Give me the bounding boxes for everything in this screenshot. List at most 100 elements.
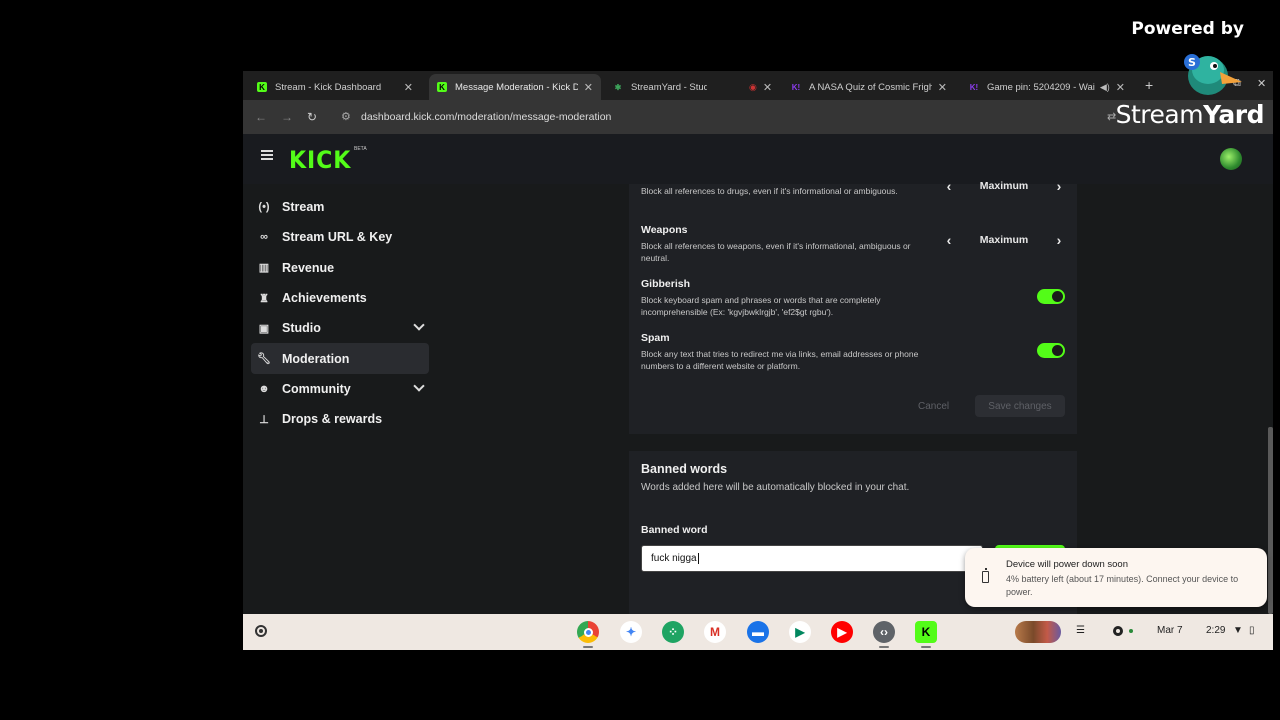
chevron-down-icon[interactable]	[413, 380, 425, 392]
screen-record-icon[interactable]	[1113, 626, 1123, 636]
date-label[interactable]: Mar 7	[1157, 625, 1183, 636]
sidebar-item-drops-rewards[interactable]: ⊥ Drops & rewards	[251, 404, 429, 434]
chevron-right-icon[interactable]: ›	[1049, 178, 1069, 194]
banned-words-title: Banned words	[641, 462, 728, 476]
wrench-icon: 🔧︎	[257, 353, 271, 366]
reload-icon[interactable]: ↻	[307, 110, 317, 124]
tab-recording[interactable]: ◉ ✕	[737, 74, 773, 100]
terminal-icon[interactable]: ‹›	[873, 621, 895, 643]
rule-description: Block keyboard spam and phrases or words…	[641, 295, 881, 317]
time-label[interactable]: 2:29	[1206, 625, 1225, 636]
close-icon[interactable]: ✕	[763, 81, 772, 94]
notification-title: Device will power down soon	[1006, 559, 1128, 570]
site-settings-icon[interactable]: ⚙	[341, 110, 351, 123]
sidebar-item-moderation[interactable]: 🔧︎ Moderation	[251, 343, 429, 374]
tab-nasa-quiz[interactable]: K! A NASA Quiz of Cosmic Fright ✕	[783, 74, 955, 100]
clipboard-icon[interactable]: ☰	[1076, 625, 1085, 636]
play-store-icon[interactable]: ▶	[789, 621, 811, 643]
close-window-icon[interactable]: ✕	[1257, 77, 1266, 90]
people-icon: ☻	[258, 382, 270, 395]
close-icon[interactable]: ✕	[1116, 81, 1125, 94]
kick-header: KICK BETA	[243, 134, 1273, 184]
studio-icon: ▣	[258, 322, 270, 335]
rule-description: Block any text that tries to redirect me…	[641, 349, 919, 371]
rule-weapons: Weapons Block all references to weapons,…	[641, 224, 941, 264]
tab-streamyard-studio[interactable]: ✱ StreamYard - Studio	[605, 74, 715, 100]
chevron-down-icon[interactable]	[413, 319, 425, 331]
sidebar-item-stream[interactable]: (•) Stream	[251, 192, 429, 222]
running-indicator	[921, 646, 931, 648]
apps-grid-icon[interactable]: ⁘	[662, 621, 684, 643]
avatar[interactable]	[1220, 148, 1242, 170]
battery-icon[interactable]: ▯	[1249, 625, 1255, 636]
banned-words-description: Words added here will be automatically b…	[641, 482, 910, 493]
recording-indicator	[1129, 629, 1133, 633]
sidebar-item-community[interactable]: ☻ Community	[251, 374, 429, 404]
tab-message-moderation[interactable]: K Message Moderation - Kick Da ✕	[429, 74, 601, 100]
running-indicator	[583, 646, 593, 648]
youtube-icon[interactable]: ▶	[831, 621, 853, 643]
sidebar-item-revenue[interactable]: ▥ Revenue	[251, 253, 429, 283]
close-icon[interactable]: ✕	[404, 81, 413, 94]
kick-icon: K	[437, 82, 447, 92]
save-changes-button[interactable]: Save changes	[975, 395, 1065, 417]
tab-game-pin[interactable]: K! Game pin: 5204209 - Wai ◀) ✕	[961, 74, 1133, 100]
kick-app-icon[interactable]: K	[915, 621, 937, 643]
cancel-button[interactable]: Cancel	[918, 401, 949, 412]
new-tab-button[interactable]: +	[1145, 77, 1153, 93]
link-icon: ∞	[260, 231, 268, 244]
drugs-level-stepper[interactable]: ‹ Maximum ›	[939, 178, 1069, 194]
gemini-icon[interactable]: ✦	[620, 621, 642, 643]
weapons-level-stepper[interactable]: ‹ Maximum ›	[939, 232, 1069, 248]
text-caret	[697, 553, 699, 564]
sidebar-item-stream-url-key[interactable]: ∞ Stream URL & Key	[251, 222, 429, 252]
rule-description: Block all references to drugs, even if i…	[641, 186, 898, 196]
chevron-left-icon[interactable]: ‹	[939, 178, 959, 194]
tab-strip: K Stream - Kick Dashboard ✕ K Message Mo…	[243, 71, 1273, 100]
page-scrollbar[interactable]	[1268, 427, 1273, 614]
kick-icon: K	[257, 82, 267, 92]
rule-name: Weapons	[641, 224, 688, 236]
files-icon[interactable]: ▬	[747, 621, 769, 643]
launcher-icon[interactable]	[255, 625, 267, 637]
drops-icon: ⊥	[259, 413, 269, 426]
holding-space-icon[interactable]	[1015, 621, 1061, 643]
spam-toggle[interactable]	[1037, 343, 1065, 358]
tab-stream-dashboard[interactable]: K Stream - Kick Dashboard ✕	[249, 74, 421, 100]
rule-gibberish: Gibberish Block keyboard spam and phrase…	[641, 278, 941, 318]
menu-icon[interactable]	[261, 150, 273, 160]
sidebar-item-studio[interactable]: ▣ Studio	[251, 313, 429, 343]
wifi-icon[interactable]: ▼	[1233, 625, 1243, 636]
notification-body: 4% battery left (about 17 minutes). Conn…	[1006, 574, 1239, 597]
rule-drugs: Block all references to drugs, even if i…	[641, 185, 941, 197]
back-icon[interactable]: ←	[255, 110, 267, 124]
speaker-icon[interactable]: ◀)	[1100, 82, 1110, 93]
powered-by-label: Powered by	[1131, 19, 1244, 39]
close-icon[interactable]: ✕	[938, 81, 947, 94]
low-battery-notification[interactable]: Device will power down soon 4% battery l…	[965, 548, 1267, 607]
chrome-icon[interactable]	[577, 621, 599, 643]
kahoot-icon: K!	[969, 82, 979, 92]
chevron-right-icon[interactable]: ›	[1049, 232, 1069, 248]
kahoot-icon: K!	[791, 82, 801, 92]
svg-text:S: S	[1188, 56, 1196, 69]
forward-icon[interactable]: →	[281, 110, 293, 124]
os-shelf: ✦ ⁘ M ▬ ▶ ▶ ‹› K ☰ Mar 7 2:29 ▼ ▯	[243, 614, 1273, 650]
sidebar: (•) Stream ∞ Stream URL & Key ▥ Revenue …	[251, 192, 429, 434]
rule-spam: Spam Block any text that tries to redire…	[641, 332, 941, 372]
streamyard-icon: ✱	[614, 82, 622, 92]
banned-word-input[interactable]: fuck nigga	[641, 545, 983, 572]
rule-name: Spam	[641, 332, 670, 344]
gibberish-toggle[interactable]	[1037, 289, 1065, 304]
trophy-icon: ♜	[259, 292, 269, 305]
streamyard-wordmark: StreamYard	[1115, 100, 1265, 129]
battery-warning-icon	[982, 568, 989, 583]
chevron-left-icon[interactable]: ‹	[939, 232, 959, 248]
gmail-icon[interactable]: M	[704, 621, 726, 643]
sidebar-item-achievements[interactable]: ♜ Achievements	[251, 283, 429, 313]
close-icon[interactable]: ✕	[584, 81, 593, 94]
kick-logo[interactable]: KICK	[289, 146, 351, 174]
chart-icon: ▥	[258, 262, 270, 275]
url-field[interactable]: dashboard.kick.com/moderation/message-mo…	[361, 111, 611, 123]
record-icon: ◉	[749, 81, 757, 92]
